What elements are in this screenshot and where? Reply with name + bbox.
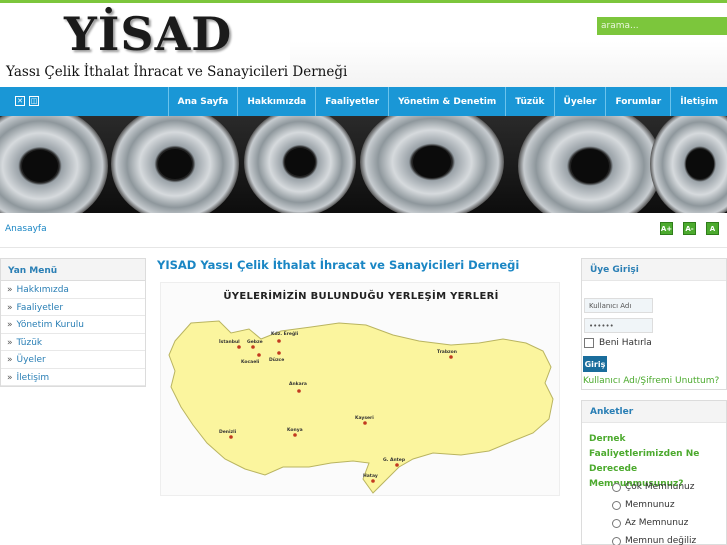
remember-me[interactable]: Beni Hatırla — [584, 338, 652, 348]
side-menu-item-label: Tüzük — [16, 337, 43, 348]
poll-option-2[interactable]: Memnunuz — [612, 500, 675, 510]
side-menu-item-faaliyetler[interactable]: » Faaliyetler — [1, 299, 145, 316]
radio-button[interactable] — [612, 500, 621, 510]
side-menu-item-label: Yönetim Kurulu — [16, 320, 84, 330]
city-label-kocaeli: Kocaeli — [241, 359, 260, 365]
member-locations-map: ÜYELERİMİZİN BULUNDUĞU YERLEŞİM YERLERİ … — [160, 282, 560, 496]
city-label-denizli: Denizli — [219, 429, 237, 435]
arrow-icon: » — [7, 372, 13, 383]
city-dot-kocaeli — [257, 353, 261, 357]
poll-option-label: Çok Memnunuz — [625, 482, 695, 492]
side-menu-item-uyeler[interactable]: » Üyeler — [1, 351, 145, 369]
side-menu-item-yonetim-kurulu[interactable]: » Yönetim Kurulu — [1, 316, 145, 334]
poll-title: Anketler — [582, 401, 726, 423]
city-dot-trabzon — [449, 355, 453, 359]
side-menu: Yan Menü » Hakkımızda » Faaliyetler » Yönet… — [0, 258, 146, 387]
collapse-icon[interactable]: ✕ — [15, 96, 25, 106]
login-box: Üye Girişi Kullanıcı Adı •••••• Beni Hat… — [581, 258, 727, 390]
nav-item-ana-sayfa[interactable]: Ana Sayfa — [167, 87, 238, 116]
nav-item-faaliyetler[interactable]: Faaliyetler — [315, 87, 388, 116]
main-nav: ✕ ◫ Ana Sayfa Hakkımızda Faaliyetler Yön… — [0, 87, 727, 116]
arrow-icon: » — [7, 337, 13, 348]
radio-button[interactable] — [612, 536, 621, 545]
city-dot-hatay — [371, 479, 375, 483]
login-button[interactable]: Giriş — [583, 356, 607, 372]
poll-option-label: Memnunuz — [625, 500, 675, 510]
city-label-g-antep: G. Antep — [383, 457, 406, 463]
city-dot-istanbul — [237, 345, 241, 349]
city-dot-duzce — [277, 351, 281, 355]
city-dot-gebze — [251, 345, 255, 349]
side-menu-item-tuzuk[interactable]: » Tüzük — [1, 334, 145, 351]
city-dot-ankara — [297, 389, 301, 393]
city-label-hatay: Hatay — [363, 473, 378, 479]
breadcrumb-bar: Anasayfa A+ A- A — [0, 213, 727, 248]
username-field[interactable]: Kullanıcı Adı — [584, 298, 653, 313]
radio-button[interactable] — [612, 482, 621, 492]
city-label-konya: Konya — [287, 427, 303, 433]
font-reset-button[interactable]: A — [706, 222, 719, 235]
nav-item-forumlar[interactable]: Forumlar — [605, 87, 670, 116]
site-subtitle: Yassı Çelik İthalat İhracat ve Sanayicil… — [6, 64, 348, 80]
city-dot-g-antep — [395, 463, 399, 467]
expand-icon[interactable]: ◫ — [29, 96, 39, 106]
layout-toggle-group: ✕ ◫ — [15, 96, 39, 106]
city-label-ankara: Ankara — [289, 381, 307, 387]
font-size-controls: A+ A- A — [660, 222, 719, 235]
side-menu-item-iletisim[interactable]: » İletişim — [1, 369, 145, 386]
city-label-gebze: Gebze — [247, 339, 263, 345]
nav-item-yonetim-denetim[interactable]: Yönetim & Denetim — [388, 87, 505, 116]
font-decrease-button[interactable]: A- — [683, 222, 696, 235]
side-menu-item-label: Faaliyetler — [16, 302, 64, 313]
city-label-kdz-eregli: Kdz. Ereğli — [271, 331, 299, 337]
arrow-icon: » — [7, 285, 13, 295]
breadcrumb[interactable]: Anasayfa — [5, 224, 47, 234]
side-menu-item-label: Hakkımızda — [16, 285, 69, 295]
site-logo[interactable]: YİSAD — [64, 7, 232, 61]
city-label-trabzon: Trabzon — [437, 349, 457, 355]
font-increase-button[interactable]: A+ — [660, 222, 673, 235]
city-label-kayseri: Kayseri — [355, 415, 374, 421]
remember-checkbox[interactable] — [584, 338, 594, 348]
city-label-duzce: Düzce — [269, 357, 284, 363]
poll-option-4[interactable]: Memnun değiliz — [612, 536, 696, 545]
nav-item-hakkimizda[interactable]: Hakkımızda — [237, 87, 315, 116]
city-label-istanbul: İstanbul — [219, 338, 240, 345]
city-dot-kdz-eregli — [277, 339, 281, 343]
nav-item-iletisim[interactable]: İletişim — [670, 87, 727, 116]
side-menu-title: Yan Menü — [1, 259, 145, 281]
arrow-icon: » — [7, 302, 13, 313]
forgot-password-link[interactable]: Kullanıcı Adı/Şifremi Unuttum? — [583, 376, 719, 386]
side-menu-item-hakkimizda[interactable]: » Hakkımızda — [1, 281, 145, 299]
site-header: YİSAD Yassı Çelik İthalat İhracat ve San… — [0, 3, 727, 87]
poll-option-label: Az Memnunuz — [625, 518, 689, 528]
turkey-map-shape — [168, 320, 554, 494]
page-title: YISAD Yassı Çelik İthalat İhracat ve San… — [157, 258, 520, 272]
nav-item-uyeler[interactable]: Üyeler — [553, 87, 606, 116]
poll-box: Anketler Dernek Faaliyetlerimizden Ne De… — [581, 400, 727, 545]
city-dot-denizli — [229, 435, 233, 439]
login-title: Üye Girişi — [582, 259, 726, 281]
poll-option-1[interactable]: Çok Memnunuz — [612, 482, 694, 492]
side-menu-item-label: İletişim — [16, 372, 50, 383]
poll-option-label: Memnun değiliz — [625, 536, 697, 545]
password-field[interactable]: •••••• — [584, 318, 653, 333]
radio-button[interactable] — [612, 518, 621, 528]
city-dot-konya — [293, 433, 297, 437]
nav-item-tuzuk[interactable]: Tüzük — [505, 87, 553, 116]
arrow-icon: » — [7, 355, 13, 365]
city-dot-kayseri — [363, 421, 367, 425]
arrow-icon: » — [7, 320, 13, 330]
search-input[interactable] — [597, 17, 727, 35]
steel-coils-banner — [0, 116, 727, 213]
header-shade — [290, 41, 727, 87]
poll-option-3[interactable]: Az Memnunuz — [612, 518, 688, 528]
side-menu-item-label: Üyeler — [16, 355, 46, 365]
remember-label: Beni Hatırla — [599, 338, 652, 348]
